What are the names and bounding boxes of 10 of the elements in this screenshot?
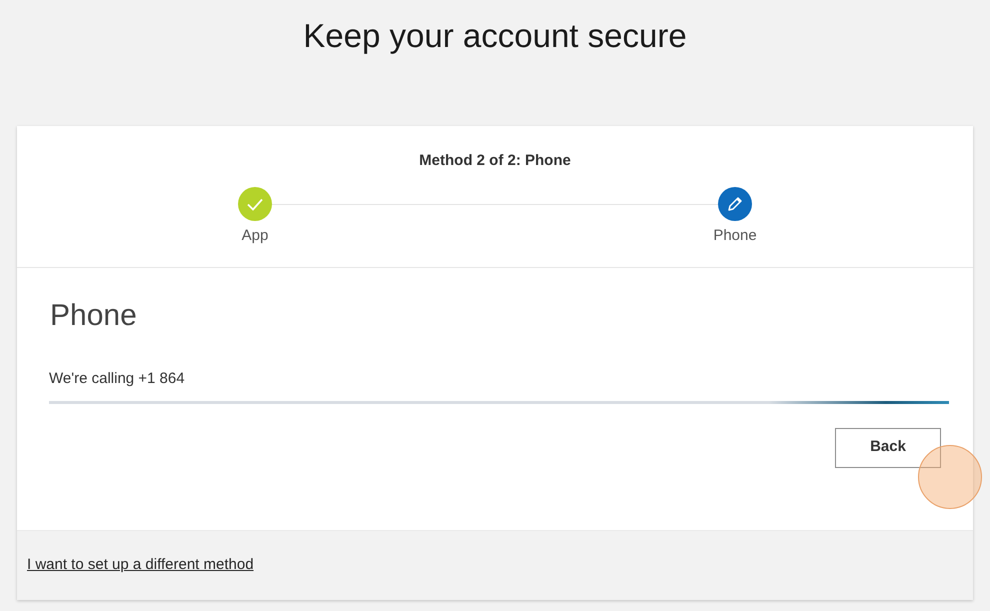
- pencil-icon: [718, 186, 752, 220]
- section-heading: Phone: [50, 298, 138, 334]
- step-label: App: [242, 226, 268, 246]
- page-title: Keep your account secure: [303, 16, 687, 56]
- progress-caption: Method 2 of 2: Phone: [419, 151, 571, 171]
- different-method-link[interactable]: I want to set up a different method: [27, 554, 254, 577]
- check-icon: [238, 186, 272, 220]
- status-text: We're calling +1 864: [49, 369, 186, 389]
- back-button[interactable]: Back: [835, 428, 941, 468]
- step-label: Phone: [713, 226, 757, 246]
